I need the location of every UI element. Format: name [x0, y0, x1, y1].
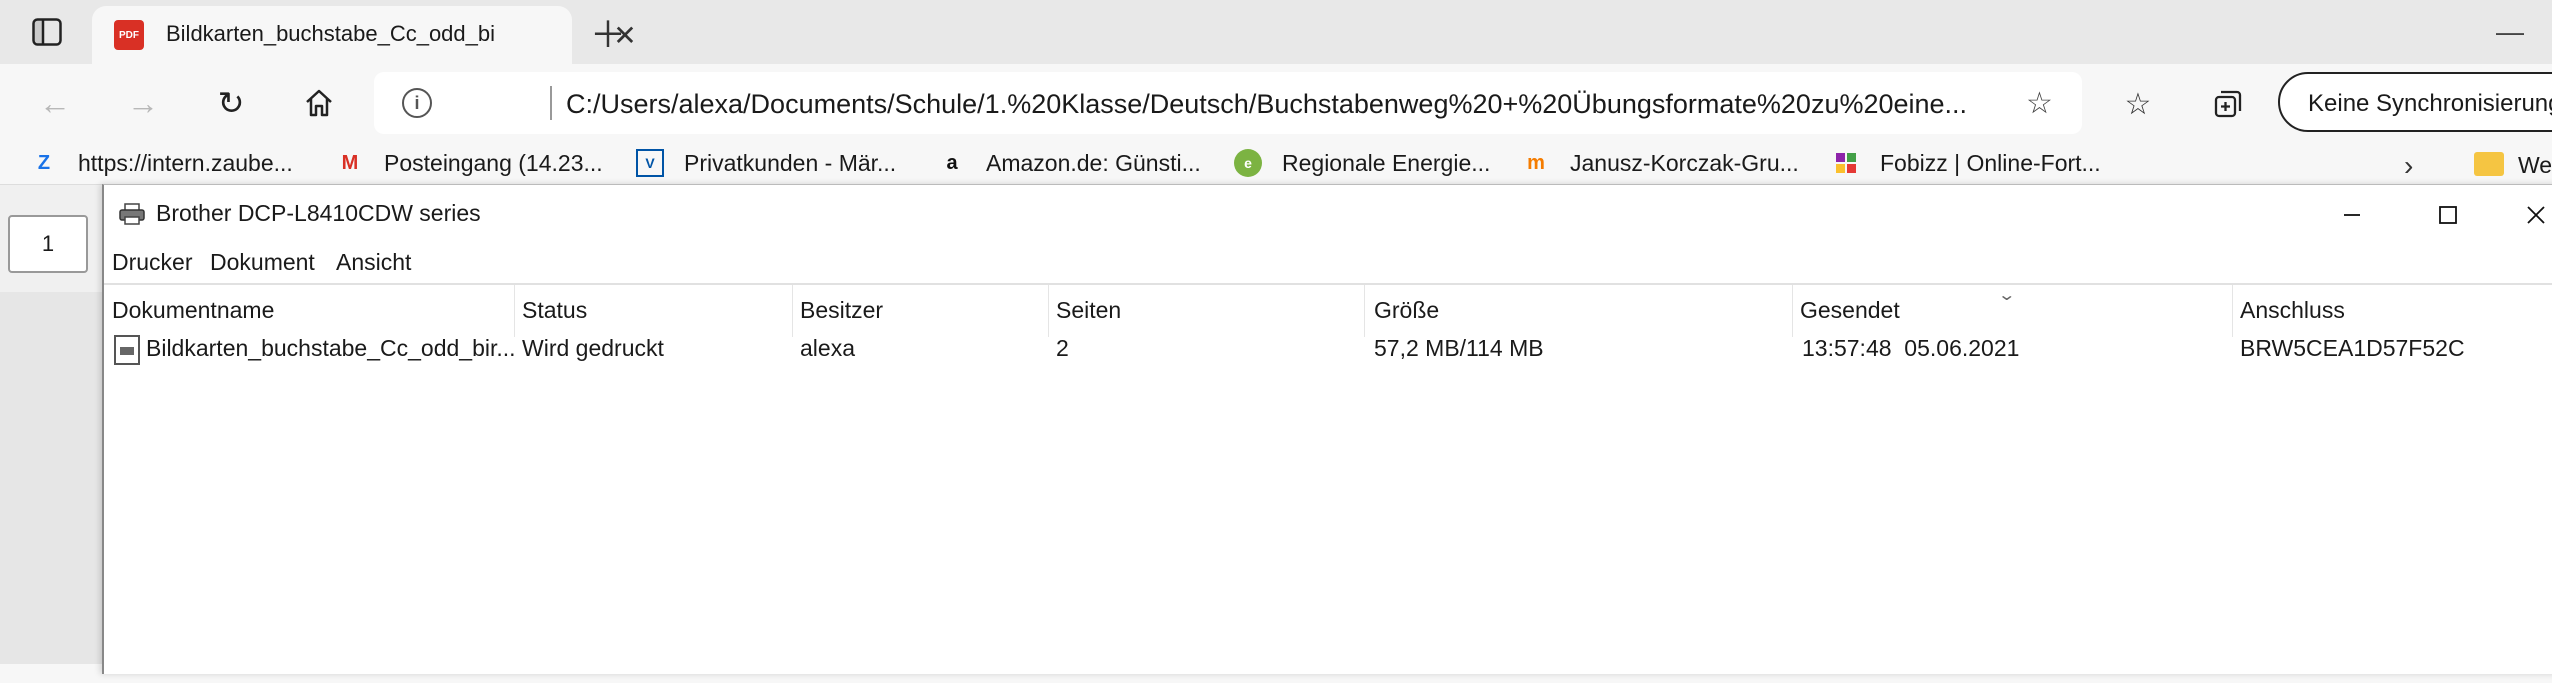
- printer-icon: [118, 203, 146, 225]
- bookmark-item[interactable]: V Privatkunden - Mär...: [636, 146, 896, 180]
- window-menu-bar: Drucker Dokument Ansicht: [104, 243, 2552, 283]
- sort-chevron-down-icon: ⌄: [1997, 287, 2017, 304]
- bookmark-label: Amazon.de: Günsti...: [986, 149, 1201, 176]
- print-queue-window: Brother DCP-L8410CDW series Drucker Doku…: [102, 184, 2552, 674]
- column-header-status[interactable]: Status: [522, 297, 587, 324]
- menu-drucker[interactable]: Drucker: [112, 249, 193, 276]
- back-arrow-icon[interactable]: ←: [32, 80, 78, 126]
- column-divider[interactable]: [1364, 285, 1365, 337]
- column-header-size[interactable]: Größe: [1374, 297, 1439, 324]
- bank-icon: V: [636, 149, 664, 177]
- column-divider[interactable]: [1048, 285, 1049, 337]
- browser-toolbar: ← → ↻ i C:/Users/alexa/Documents/Schule/…: [0, 64, 2552, 142]
- active-tab[interactable]: PDF Bildkarten_buchstabe_Cc_odd_bi ✕: [92, 6, 637, 64]
- menu-ansicht[interactable]: Ansicht: [336, 249, 411, 276]
- column-divider[interactable]: [514, 285, 515, 337]
- menu-dokument[interactable]: Dokument: [210, 249, 315, 276]
- browser-minimize-icon[interactable]: —: [2496, 16, 2532, 47]
- cell-status: Wird gedruckt: [522, 335, 664, 361]
- bookmark-item[interactable]: m Janusz-Korczak-Gru...: [1522, 146, 1799, 180]
- add-favorite-icon[interactable]: ☆: [2026, 86, 2062, 122]
- pdf-icon: PDF: [114, 20, 144, 50]
- cell-pages: 2: [1056, 335, 1069, 361]
- tab-actions-icon[interactable]: [22, 14, 72, 50]
- collections-icon[interactable]: [2208, 86, 2248, 122]
- bookmark-label: Fobizz | Online-Fort...: [1880, 149, 2101, 176]
- bookmark-label: https://intern.zaube...: [78, 149, 293, 176]
- address-url[interactable]: C:/Users/alexa/Documents/Schule/1.%20Kla…: [566, 89, 2006, 120]
- new-tab-plus-icon[interactable]: ＋: [588, 12, 628, 55]
- column-header-owner[interactable]: Besitzer: [800, 297, 883, 324]
- bookmark-label: Posteingang (14.23...: [384, 149, 603, 176]
- bookmark-label: Janusz-Korczak-Gru...: [1570, 149, 1799, 176]
- cell-size: 57,2 MB/114 MB: [1374, 335, 1544, 361]
- moodle-icon: m: [1527, 151, 1545, 174]
- window-title-bar[interactable]: Brother DCP-L8410CDW series: [104, 185, 2552, 243]
- bookmark-item[interactable]: e Regionale Energie...: [1234, 146, 1490, 180]
- info-icon[interactable]: i: [402, 88, 432, 118]
- home-icon[interactable]: [296, 80, 342, 126]
- energy-icon: e: [1234, 149, 1262, 177]
- sync-button[interactable]: Keine Synchronisierung: [2278, 72, 2552, 132]
- cell-port: BRW5CEA1D57F52C: [2240, 335, 2465, 361]
- document-icon: [114, 335, 140, 365]
- print-job-list: Dokumentname Status Besitzer Seiten Größ…: [104, 283, 2552, 683]
- chevron-right-icon[interactable]: ›: [2404, 150, 2413, 182]
- bookmark-folder-label[interactable]: We: [2518, 152, 2552, 179]
- cell-submitted: 13:57:48 05.06.2021: [1802, 335, 2020, 361]
- bookmark-item[interactable]: M Posteingang (14.23...: [336, 146, 603, 180]
- window-title: Brother DCP-L8410CDW series: [156, 200, 481, 226]
- maximize-icon[interactable]: [2428, 195, 2468, 235]
- bookmark-item[interactable]: a Amazon.de: Günsti...: [938, 146, 1201, 180]
- column-header-submitted[interactable]: Gesendet: [1800, 297, 1900, 324]
- column-header-port[interactable]: Anschluss: [2240, 297, 2345, 324]
- amazon-icon: a: [946, 151, 958, 174]
- bookmark-label: Privatkunden - Mär...: [684, 149, 897, 176]
- fobizz-icon: [1832, 149, 1860, 177]
- favorites-icon[interactable]: ☆: [2118, 86, 2158, 122]
- page-number-input[interactable]: 1: [8, 215, 88, 273]
- minimize-icon[interactable]: [2332, 195, 2372, 235]
- reload-icon[interactable]: ↻: [208, 80, 254, 126]
- gmail-icon: M: [341, 151, 359, 174]
- column-divider[interactable]: [2232, 285, 2233, 337]
- z-icon: Z: [37, 151, 51, 174]
- address-separator: [550, 86, 552, 120]
- pdf-viewer-background: [0, 292, 102, 664]
- bookmark-item[interactable]: Fobizz | Online-Fort...: [1832, 146, 2101, 180]
- forward-arrow-icon[interactable]: →: [120, 80, 166, 126]
- cell-owner: alexa: [800, 335, 855, 361]
- bookmark-item[interactable]: Z https://intern.zaube...: [30, 146, 293, 180]
- column-divider[interactable]: [1792, 285, 1793, 337]
- browser-tab-bar: PDF Bildkarten_buchstabe_Cc_odd_bi ✕ ＋ —: [0, 0, 2552, 64]
- column-header-document-name[interactable]: Dokumentname: [112, 297, 274, 324]
- bookmarks-bar: Z https://intern.zaube... M Posteingang …: [0, 142, 2552, 184]
- column-header-pages[interactable]: Seiten: [1056, 297, 1121, 324]
- column-divider[interactable]: [792, 285, 793, 337]
- close-icon[interactable]: [2516, 195, 2552, 235]
- tab-title: Bildkarten_buchstabe_Cc_odd_bi: [166, 21, 496, 46]
- folder-icon[interactable]: [2474, 152, 2504, 176]
- cell-document-name: Bildkarten_buchstabe_Cc_odd_bir...: [146, 335, 516, 361]
- address-bar[interactable]: i C:/Users/alexa/Documents/Schule/1.%20K…: [374, 72, 2082, 134]
- bookmark-label: Regionale Energie...: [1282, 149, 1491, 176]
